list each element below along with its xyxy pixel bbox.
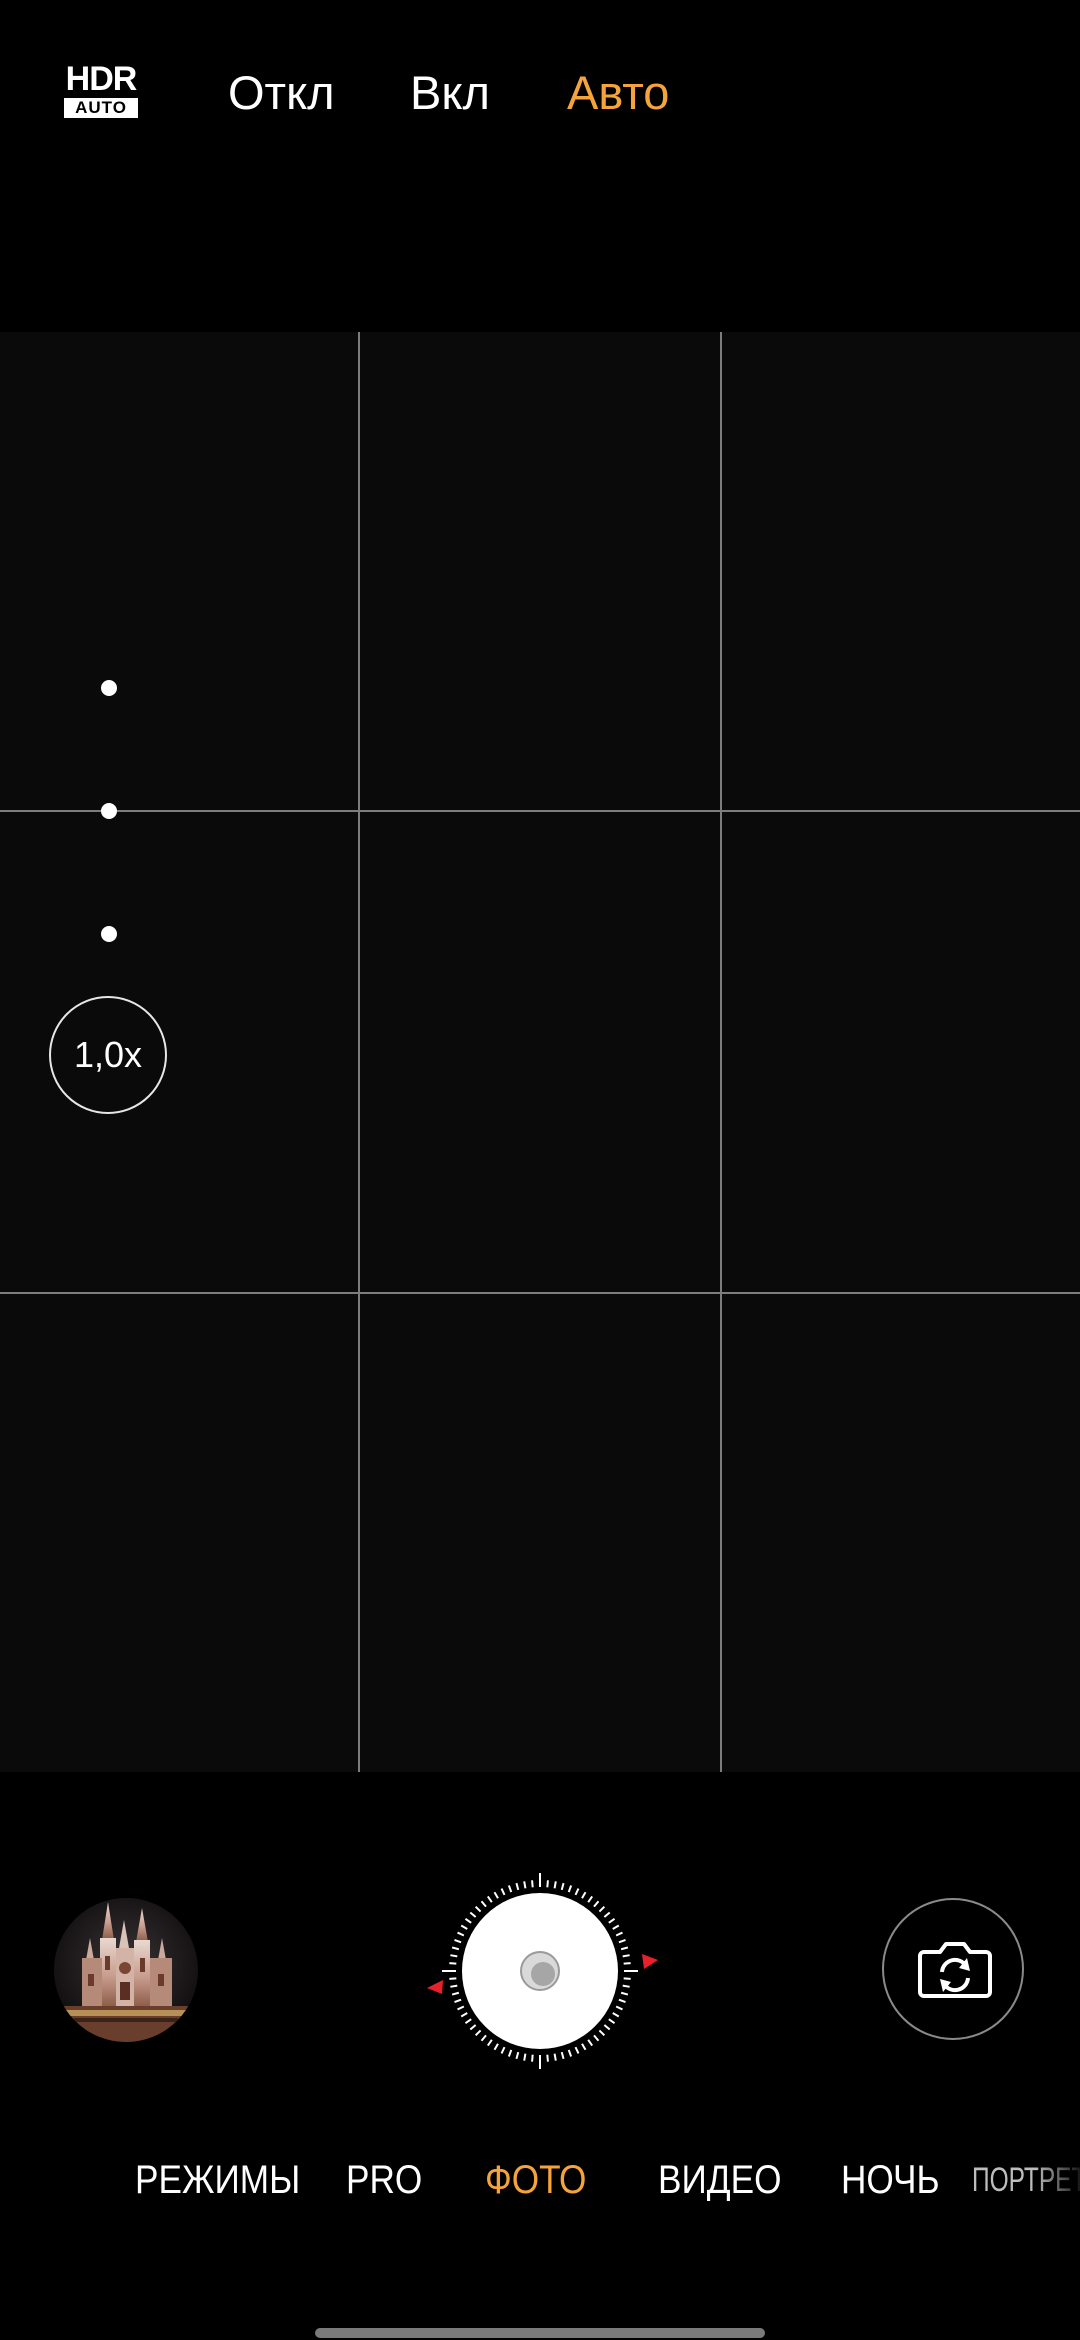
shutter-dial-tick [623,1962,631,1965]
shutter-dial-tick [598,1905,606,1913]
shutter-dial-tick [615,2005,623,2011]
shutter-dial-tick [567,1885,573,1893]
shutter-dial-tick [450,1954,458,1958]
shutter-dial-tick [486,2039,493,2047]
shutter-dial-tick [460,1924,468,1930]
camera-viewfinder[interactable]: 1,0x [0,332,1080,1772]
shutter-dial-tick [618,1938,626,1944]
shutter-dial-tick [531,2054,534,2062]
shutter-dial-tick [553,1881,557,1889]
mode-modes[interactable]: РЕЖИМЫ [135,2150,300,2210]
mode-night[interactable]: НОЧЬ [841,2150,940,2210]
grid-line-vertical-2 [720,332,722,1772]
shutter-dial-tick [581,1891,587,1899]
grid-line-vertical-1 [358,332,360,1772]
shutter-dial-tick [587,1895,594,1903]
shutter-button[interactable] [420,1870,660,2070]
shutter-dial-tick [603,1911,611,1918]
shutter-dial-tick [608,2018,616,2025]
shutter-dial-tick [493,1891,499,1899]
zoom-level-dot[interactable] [101,926,117,942]
shutter-dial-tick [615,1931,623,1937]
cathedral-photo-icon [54,1898,198,2042]
shutter-dial-tick [460,2012,468,2018]
shutter-dial-tick [593,2034,600,2042]
shutter-dial-tick [618,1998,626,2004]
hdr-option-on[interactable]: Вкл [410,58,490,128]
mode-pro[interactable]: PRO [346,2150,422,2210]
shutter-dial-tick [451,1991,460,1996]
gallery-thumbnail[interactable] [54,1898,198,2042]
shutter-dial-tick [454,1998,462,2004]
shutter-dial-tick [507,1885,513,1893]
shutter-dial-tick [581,2043,587,2051]
hdr-icon-main-text: HDR [65,60,138,98]
shutter-dial-tick [622,1954,630,1958]
shutter-dial-tick [451,1946,460,1951]
shutter-dial-tick [450,1984,458,1988]
shutter-dial-tick [546,1880,549,1888]
shutter-dial-tick [523,2053,527,2061]
shutter-dial-tick [449,1977,457,1980]
grid-line-horizontal-2 [0,1292,1080,1294]
shutter-dial-tick [500,2046,506,2054]
shutter-dial-tick [598,2029,606,2037]
shutter-dial-tick [567,2049,573,2057]
shutter-dial-tick [546,2054,549,2062]
shutter-dial-tick [457,1931,465,1937]
switch-camera-button[interactable] [882,1898,1024,2040]
switch-camera-icon [918,1942,992,1998]
mode-portrait[interactable]: ПОРТРЕТ [972,2150,1080,2210]
shutter-dial-tick [612,1924,620,1930]
shutter-dial-tick [474,2029,482,2037]
shutter-dial-tick [493,2043,499,2051]
home-indicator[interactable] [315,2328,765,2338]
shutter-dial-tick [612,2012,620,2018]
shutter-dial-tick [500,1888,506,1896]
hdr-auto-icon[interactable]: HDR AUTO [62,62,140,118]
shutter-dial-tick [560,2051,565,2060]
shutter-dial-tick [553,2053,557,2061]
zoom-level-dot[interactable] [101,803,117,819]
shutter-dial-tick [531,1880,534,1888]
shutter-dial-tick [587,2039,594,2047]
shutter-dial-tick [574,1888,580,1896]
zoom-level-dot[interactable] [101,680,117,696]
shutter-dial-tick [457,2005,465,2011]
shutter-dial-tick [620,1946,629,1951]
shutter-dial-tick [608,1917,616,1924]
shutter-dial-tick [469,1911,477,1918]
shutter-dial-tick [622,1984,630,1988]
hdr-icon-sub-text: AUTO [64,98,138,118]
shutter-dial-tick [515,1882,520,1891]
mode-photo[interactable]: ФОТО [485,2150,586,2210]
shutter-dial-tick [480,2034,487,2042]
shutter-dial-tick [449,1962,457,1965]
shutter-dial-tick [593,1900,600,1908]
shutter-dial-tick [515,2051,520,2060]
shutter-dial-tick [454,1938,462,1944]
shutter-right-marker [642,1954,658,1969]
shutter-dial-tick [623,1977,631,1980]
shutter-dial-tick [469,2024,477,2031]
shutter-dial-tick [474,1905,482,1913]
shutter-dial-tick [574,2046,580,2054]
shutter-dial-tick [464,1917,472,1924]
mode-video[interactable]: ВИДЕО [658,2150,781,2210]
shutter-dial-tick [620,1991,629,1996]
shutter-dial-tick [560,1882,565,1891]
shutter-dial-tick [507,2049,513,2057]
hdr-option-auto[interactable]: Авто [567,58,669,128]
shutter-dial-tick [464,2018,472,2025]
shutter-dial-tick [486,1895,493,1903]
shutter-dial-tick [480,1900,487,1908]
shutter-left-marker [427,1980,443,1994]
hdr-option-off[interactable]: Откл [228,58,335,128]
zoom-button[interactable]: 1,0x [49,996,167,1114]
shutter-area[interactable] [420,1870,660,2070]
grid-line-horizontal-1 [0,810,1080,812]
shutter-dial-tick [523,1881,527,1889]
shutter-dial-tick [603,2024,611,2031]
